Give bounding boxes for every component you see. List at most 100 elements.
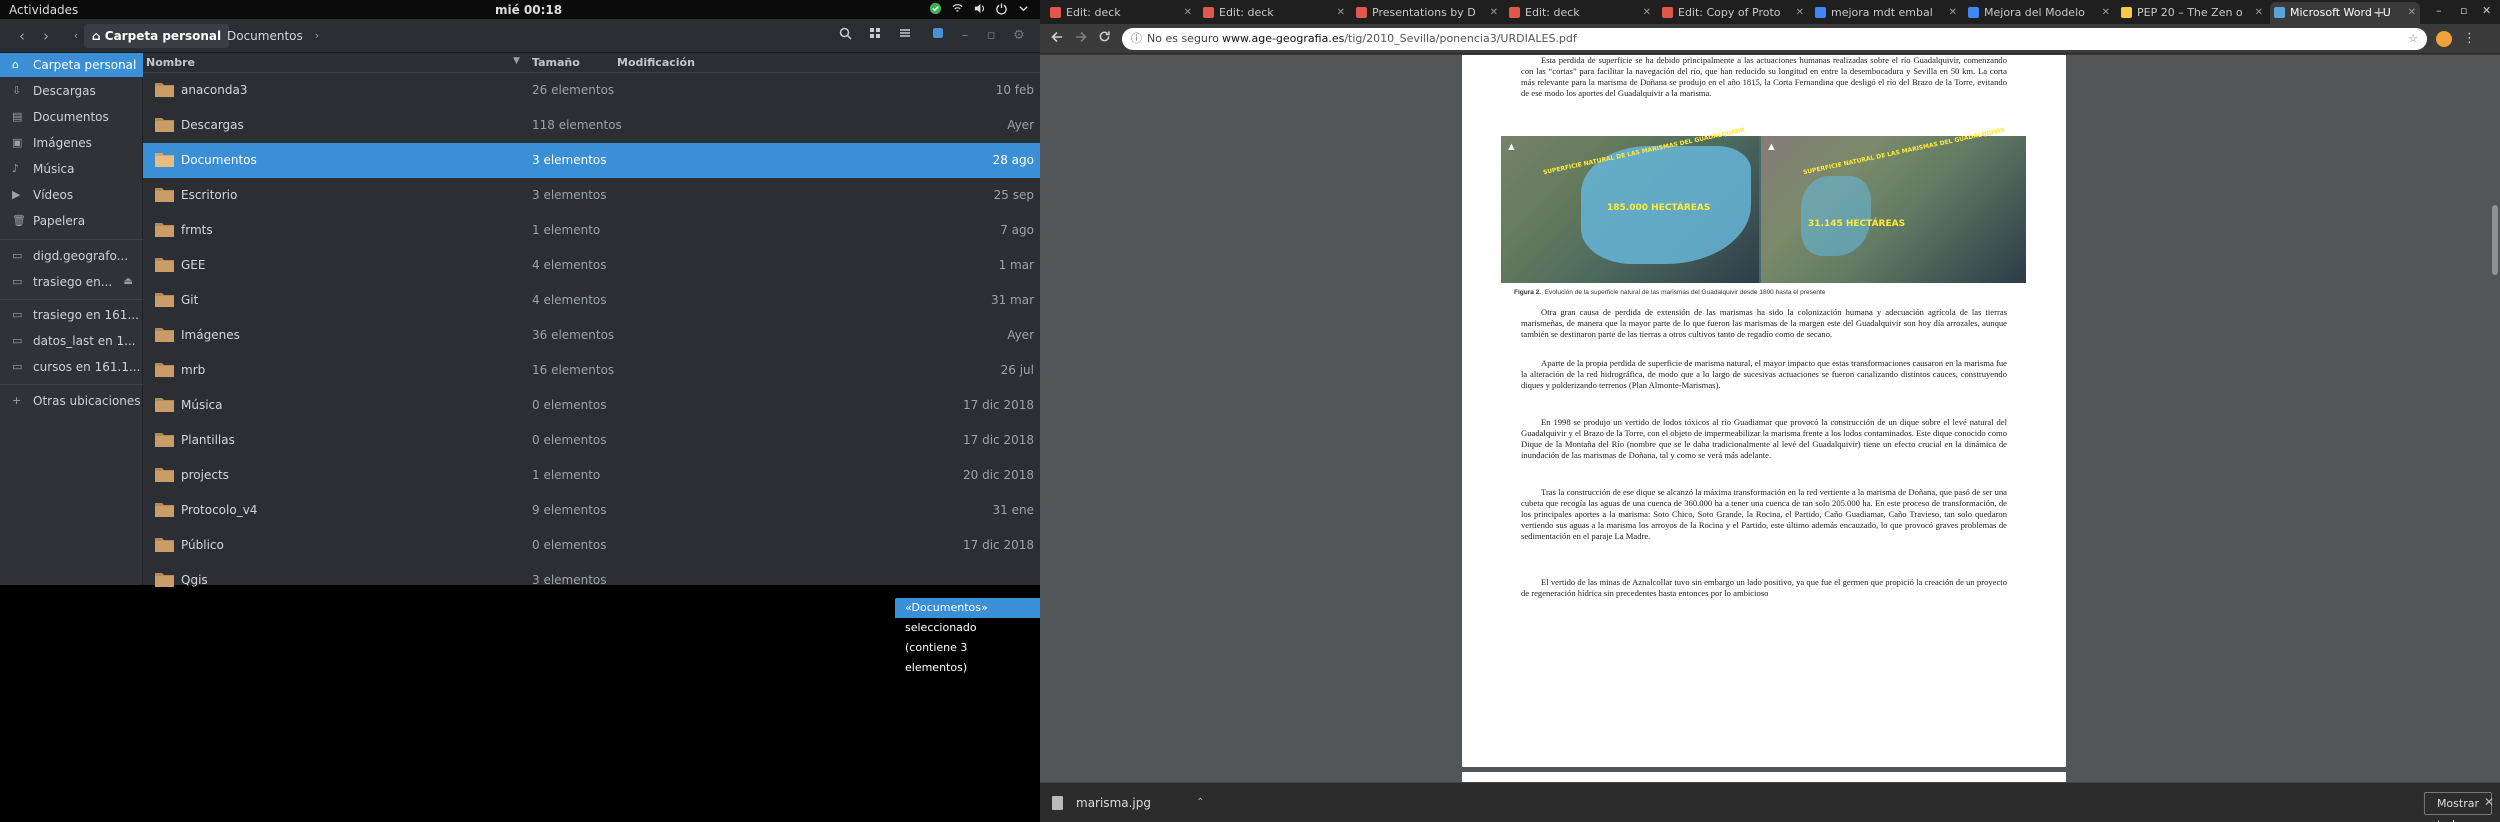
activities-button[interactable]: Actividades: [9, 3, 78, 17]
sort-arrow-icon[interactable]: ▼: [513, 56, 520, 66]
tab-title: Presentations by D: [1372, 6, 1476, 19]
breadcrumb-right-arrow[interactable]: ›: [307, 26, 327, 46]
breadcrumb-current[interactable]: Documentos: [219, 24, 311, 48]
maximize-icon[interactable]: ▫: [982, 27, 1000, 45]
chevron-up-icon[interactable]: ⌃: [1196, 791, 1204, 815]
close-tab-icon[interactable]: ✕: [2408, 2, 2416, 24]
table-row[interactable]: Público 0 elementos 17 dic 2018: [143, 528, 1040, 563]
sidebar-item-downloads[interactable]: ⇩ Descargas: [0, 79, 143, 103]
eject-icon[interactable]: ⏏: [124, 270, 133, 294]
table-row[interactable]: Escritorio 3 elementos 25 sep: [143, 178, 1040, 213]
minimize-window-button[interactable]: –: [2436, 4, 2442, 17]
table-row[interactable]: projects 1 elemento 20 dic 2018: [143, 458, 1040, 493]
reload-icon[interactable]: [1098, 30, 1111, 48]
close-tab-icon[interactable]: ✕: [1949, 2, 1957, 24]
sidebar-item-network-1[interactable]: ▭ digd.geografo...: [0, 244, 143, 268]
plus-icon: +: [12, 394, 22, 407]
sidebar-item-home[interactable]: ⌂ Carpeta personal: [0, 53, 143, 77]
forward-arrow-icon[interactable]: [1074, 30, 1088, 49]
extension-icon[interactable]: [2436, 31, 2452, 47]
minimize-icon[interactable]: –: [956, 27, 974, 45]
file-name: mrb: [181, 363, 206, 377]
table-row[interactable]: Imágenes 36 elementos Ayer: [143, 318, 1040, 353]
breadcrumb-left-arrow[interactable]: ‹: [66, 26, 86, 46]
sidebar-item-documents[interactable]: ▤ Documentos: [0, 105, 143, 129]
sidebar-item-network-4[interactable]: ▭ datos_last en 1...: [0, 329, 143, 353]
close-tab-icon[interactable]: ✕: [1337, 2, 1345, 24]
close-window-button[interactable]: ✕: [2482, 4, 2491, 17]
browser-tab[interactable]: Microsoft Word - U ✕: [2270, 2, 2420, 24]
table-row[interactable]: anaconda3 26 elementos 10 feb: [143, 73, 1040, 108]
browser-tab[interactable]: Presentations by D ✕: [1352, 2, 1502, 24]
close-shelf-icon[interactable]: ✕: [2484, 795, 2494, 809]
table-row[interactable]: Qgis 3 elementos: [143, 563, 1040, 598]
scrollbar-thumb[interactable]: [2492, 205, 2498, 275]
sidebar-item-videos[interactable]: ▶ Vídeos: [0, 183, 143, 207]
grid-view-icon[interactable]: [866, 27, 884, 45]
browser-tab[interactable]: Mejora del Modelo ✕: [1964, 2, 2114, 24]
table-row[interactable]: mrb 16 elementos 26 jul: [143, 353, 1040, 388]
table-row[interactable]: Plantillas 0 elementos 17 dic 2018: [143, 423, 1040, 458]
close-tab-icon[interactable]: ✕: [1490, 2, 1498, 24]
breadcrumb-home[interactable]: ⌂ Carpeta personal: [84, 24, 230, 48]
network-folder-icon: ▭: [12, 360, 23, 373]
search-icon[interactable]: [836, 27, 854, 45]
back-button[interactable]: ‹: [12, 26, 32, 46]
close-icon[interactable]: ⚙: [1010, 27, 1028, 45]
menu-icon[interactable]: [896, 27, 914, 45]
volume-icon[interactable]: [973, 2, 986, 15]
maximize-window-button[interactable]: ▫: [2460, 4, 2467, 17]
table-row[interactable]: Descargas 118 elementos Ayer: [143, 108, 1040, 143]
folder-icon: [155, 363, 174, 377]
browser-tab[interactable]: Edit: deck ✕: [1199, 2, 1349, 24]
network-icon[interactable]: [951, 2, 964, 15]
sidebar-item-network-5[interactable]: ▭ cursos en 161.1...: [0, 355, 143, 379]
sidebar-item-other-locations[interactable]: + Otras ubicaciones: [0, 389, 143, 413]
close-tab-icon[interactable]: ✕: [2255, 2, 2263, 24]
close-tab-icon[interactable]: ✕: [1643, 2, 1651, 24]
table-row[interactable]: Protocolo_v4 9 elementos 31 ene: [143, 493, 1040, 528]
close-tab-icon[interactable]: ✕: [2102, 2, 2110, 24]
table-row[interactable]: Música 0 elementos 17 dic 2018: [143, 388, 1040, 423]
show-all-button[interactable]: Mostrar todo: [2423, 792, 2492, 822]
back-arrow-icon[interactable]: [1050, 30, 1064, 49]
file-size: 1 elemento: [532, 468, 601, 482]
more-menu-icon[interactable]: ⋮: [2463, 30, 2476, 48]
column-size[interactable]: Tamaño: [532, 56, 580, 69]
power-icon[interactable]: [995, 2, 1008, 15]
sidebar-item-network-2[interactable]: ▭ trasiego en... ⏏: [0, 270, 143, 294]
new-tab-button[interactable]: +: [2373, 2, 2385, 24]
table-row[interactable]: Documentos 3 elementos 28 ago: [143, 143, 1040, 178]
close-tab-icon[interactable]: ✕: [1796, 2, 1804, 24]
browser-tab[interactable]: Edit: Copy of Proto ✕: [1658, 2, 1808, 24]
figure-title-right: SUPERFICIE NATURAL DE LAS MARISMAS DEL G…: [1802, 126, 2006, 177]
browser-tab[interactable]: mejora mdt embal ✕: [1811, 2, 1961, 24]
home-icon: ⌂: [92, 29, 105, 43]
table-row[interactable]: GEE 4 elementos 1 mar: [143, 248, 1040, 283]
close-tab-icon[interactable]: ✕: [1184, 2, 1192, 24]
file-name: Descargas: [181, 118, 244, 132]
table-row[interactable]: frmts 1 elemento 7 ago: [143, 213, 1040, 248]
chevron-down-icon[interactable]: [1017, 2, 1030, 15]
sidebar-item-images[interactable]: ▣ Imágenes: [0, 131, 143, 155]
system-tray[interactable]: [929, 2, 1030, 15]
pdf-viewer[interactable]: Esta perdida de superficie se ha debido …: [1040, 55, 2500, 782]
sidebar-separator: [0, 299, 143, 300]
dropbox-icon[interactable]: [929, 2, 942, 15]
sidebar-item-trash[interactable]: 🗑 Papelera: [0, 209, 143, 233]
forward-button[interactable]: ›: [36, 26, 56, 46]
image-icon: ▣: [12, 136, 23, 149]
sidebar-item-network-3[interactable]: ▭ trasiego en 161...: [0, 303, 143, 327]
column-modified[interactable]: Modificación: [617, 56, 695, 69]
clock[interactable]: mié 00:18: [495, 3, 562, 17]
bookmark-star-icon[interactable]: ☆: [2408, 28, 2418, 50]
browser-tab[interactable]: Edit: deck ✕: [1505, 2, 1655, 24]
table-row[interactable]: Git 4 elementos 31 mar: [143, 283, 1040, 318]
column-name[interactable]: Nombre: [146, 56, 195, 69]
browser-tab[interactable]: Edit: deck ✕: [1046, 2, 1196, 24]
sidebar-item-music[interactable]: ♪ Música: [0, 157, 143, 181]
app-icon[interactable]: [929, 27, 947, 45]
address-bar[interactable]: ⓘ No es seguro www.age-geografia.es/tig/…: [1122, 28, 2427, 50]
browser-tab[interactable]: PEP 20 – The Zen o ✕: [2117, 2, 2267, 24]
info-icon[interactable]: ⓘ: [1131, 28, 1142, 50]
